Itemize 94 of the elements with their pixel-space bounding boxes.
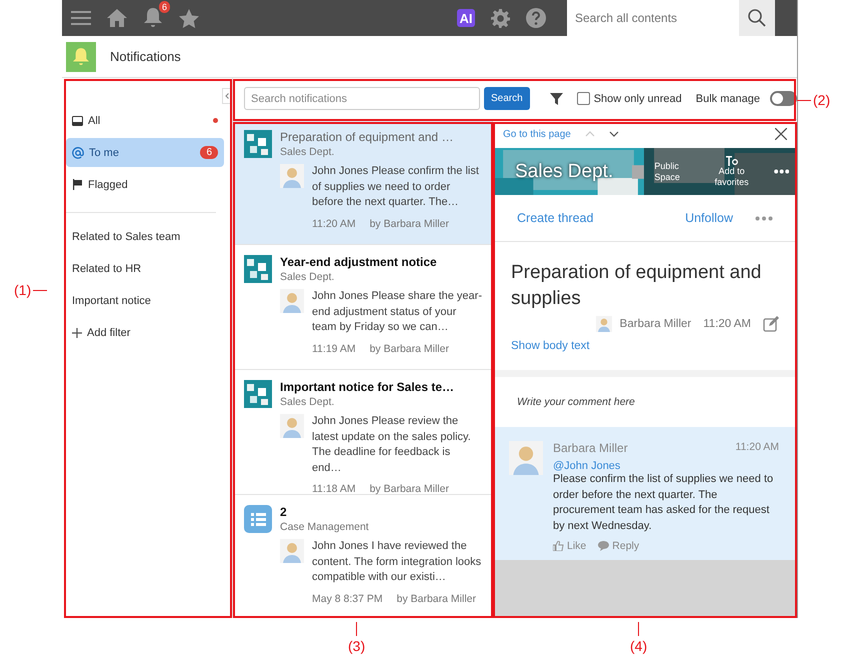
folder-label: To me [89,146,119,158]
notification-title: Preparation of equipment and … [280,130,454,144]
filter-item[interactable]: Related to HR [66,253,224,285]
comment-time: 11:20 AM [735,441,779,455]
search-button[interactable]: Search [484,87,530,110]
add-to-favorites-label[interactable]: Add to favorites [710,166,754,188]
avatar-icon [280,539,304,563]
page-title: Notifications [110,49,181,64]
folder-label: Flagged [88,178,128,190]
post-time: 11:20 AM [703,318,751,330]
notification-title: Important notice for Sales te… [280,380,456,394]
notification-author: by Barbara Miller [396,592,476,604]
notification-source: Case Management [280,521,370,533]
callout-label: (4) [630,638,648,654]
callout-label: (3) [348,638,366,654]
notification-search-field[interactable]: Search notifications [244,87,480,110]
space-type-label: Public Space [654,160,681,182]
add-filter-button[interactable]: Add filter [66,317,224,349]
menu-icon[interactable] [71,10,91,26]
filter-icon[interactable] [550,92,563,104]
chevron-left-icon [225,92,229,98]
show-body-link[interactable]: Show body text [511,340,779,352]
notification-title: Year-end adjustment notice [280,255,438,269]
filter-item[interactable]: Important notice [66,285,224,317]
star-icon[interactable] [179,8,199,28]
callout-label: (2) [813,92,830,108]
filter-item[interactable]: Related to Sales team [66,221,224,253]
avatar-icon [509,441,543,475]
notification-body: John Jones Please share the year-end adjustment status of your team by Friday so we can… [312,289,482,335]
notifications-app-icon [66,42,96,72]
bulk-manage-toggle[interactable] [770,91,797,106]
list-app-icon [244,505,272,533]
thumbs-up-icon [553,541,564,551]
home-icon[interactable] [107,9,127,27]
notification-time: 11:20 AM [312,218,356,230]
notification-body: John Jones I have reviewed the content. The form integration looks compatible with our existi… [312,539,482,585]
create-thread-link[interactable]: Create thread [517,211,594,225]
notification-body: John Jones Please confirm the list of supplies we need to order before the next quarter. The… [312,164,480,210]
avatar-icon [280,289,304,313]
ai-button[interactable]: AI [457,9,475,27]
notification-title: 2 [280,505,288,519]
avatar-icon [596,316,612,332]
folder-item[interactable]: Flagged [66,170,224,199]
comment-field[interactable]: Write your comment here [493,377,797,427]
bell-icon[interactable] [144,8,162,28]
folder-item[interactable]: All [66,106,224,135]
space-name: Sales Dept. [515,160,614,182]
leader-line [638,622,640,636]
notification-item[interactable]: Preparation of equipment and … Sales Dept. John Jones Please confirm the list of supplies we need to order before the next quarter. The… 11:20 AM by Barbara Miller [233,120,492,245]
space-icon [244,380,272,408]
space-icon [244,130,272,158]
callout-label: (1) [14,282,32,298]
at-icon [72,146,84,158]
help-icon[interactable] [526,8,546,28]
leader-line [356,622,358,636]
comment-author: Barbara Miller [553,441,628,455]
checkbox-label: Show only unread [594,92,682,104]
post-title: Preparation of equipment and supplies [511,261,762,311]
notification-author: by Barbara Miller [370,483,449,495]
speech-bubble-icon [598,541,610,551]
notification-count-badge: 6 [158,1,170,13]
notification-time: 11:19 AM [312,342,356,354]
notification-time: 11:18 AM [312,483,356,495]
search-icon [748,9,766,27]
notification-time: May 8 8:37 PM [312,592,383,604]
notification-author: by Barbara Miller [370,342,449,354]
unfollow-link[interactable]: Unfollow [685,211,733,225]
search-field[interactable]: Search all contents [567,0,739,36]
chevron-down-icon[interactable] [608,131,619,137]
space-icon [244,255,272,283]
comment-text: Please confirm the list of supplies we need to order before the next quarter. The procurement team has asked for the request by next Wednesday. [553,472,774,534]
count-badge: 6 [200,146,218,159]
avatar-icon [280,164,304,188]
post-author: Barbara Miller [620,318,692,330]
inbox-icon [72,116,83,126]
notification-body: John Jones Please review the latest update on the sales policy. The deadline for feedback is end… [312,414,472,476]
search-button[interactable] [739,0,775,36]
notification-source: Sales Dept. [280,146,336,158]
settings-icon[interactable] [490,8,510,28]
plus-icon [72,328,82,338]
go-to-page-link[interactable]: Go to this page [503,128,571,140]
bulk-manage-label: Bulk manage [696,92,760,104]
folder-item[interactable]: To me 6 [66,138,224,167]
notification-author: by Barbara Miller [370,218,449,230]
notification-source: Sales Dept. [280,271,336,283]
avatar-icon [280,414,304,438]
unread-checkbox[interactable] [576,92,590,105]
folder-label: All [88,114,100,126]
space-icon [632,164,644,180]
close-icon[interactable] [775,128,787,140]
flag-icon [72,179,83,190]
more-icon[interactable] [774,169,789,174]
edit-icon[interactable] [763,316,779,332]
notification-source: Sales Dept. [280,396,336,408]
